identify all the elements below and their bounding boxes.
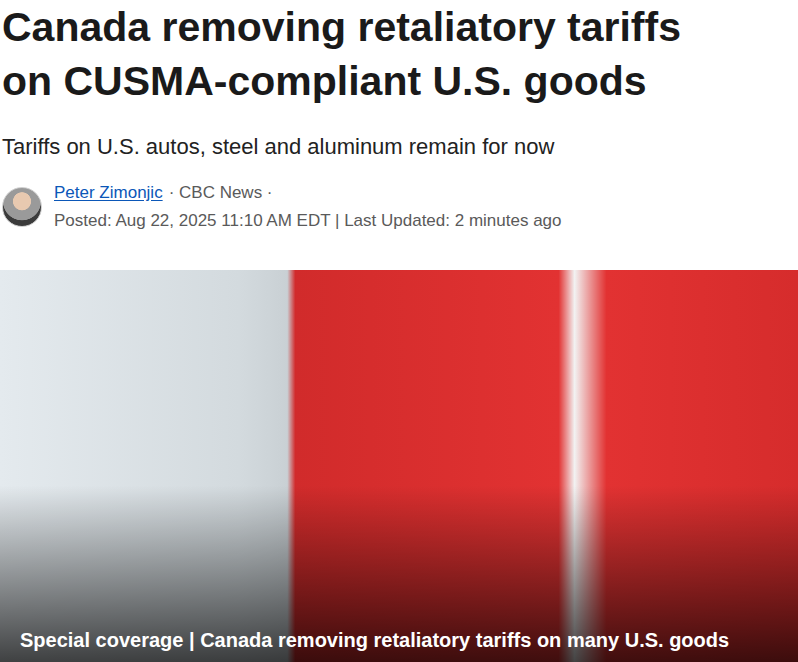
post-meta: Posted: Aug 22, 2025 11:10 AM EDT | Last… — [54, 210, 562, 232]
photo-caption[interactable]: Special coverage | Canada removing retal… — [0, 625, 798, 662]
byline: Peter Zimonjic · CBC News · Posted: Aug 22… — [2, 182, 798, 232]
outlet: · CBC News · — [169, 182, 273, 204]
lead-photo: Special coverage | Canada removing retal… — [0, 270, 798, 662]
article-page: Canada removing retaliatory tariffs on C… — [0, 0, 798, 662]
headline: Canada removing retaliatory tariffs on C… — [2, 0, 714, 108]
author-link[interactable]: Peter Zimonjic — [54, 182, 163, 204]
article-header: Canada removing retaliatory tariffs on C… — [0, 0, 798, 232]
photo-shade — [0, 270, 798, 662]
author-row: Peter Zimonjic · CBC News · — [54, 182, 562, 204]
subheadline: Tariffs on U.S. autos, steel and aluminu… — [2, 132, 798, 162]
author-avatar — [2, 187, 42, 227]
byline-text: Peter Zimonjic · CBC News · Posted: Aug 22… — [54, 182, 562, 232]
